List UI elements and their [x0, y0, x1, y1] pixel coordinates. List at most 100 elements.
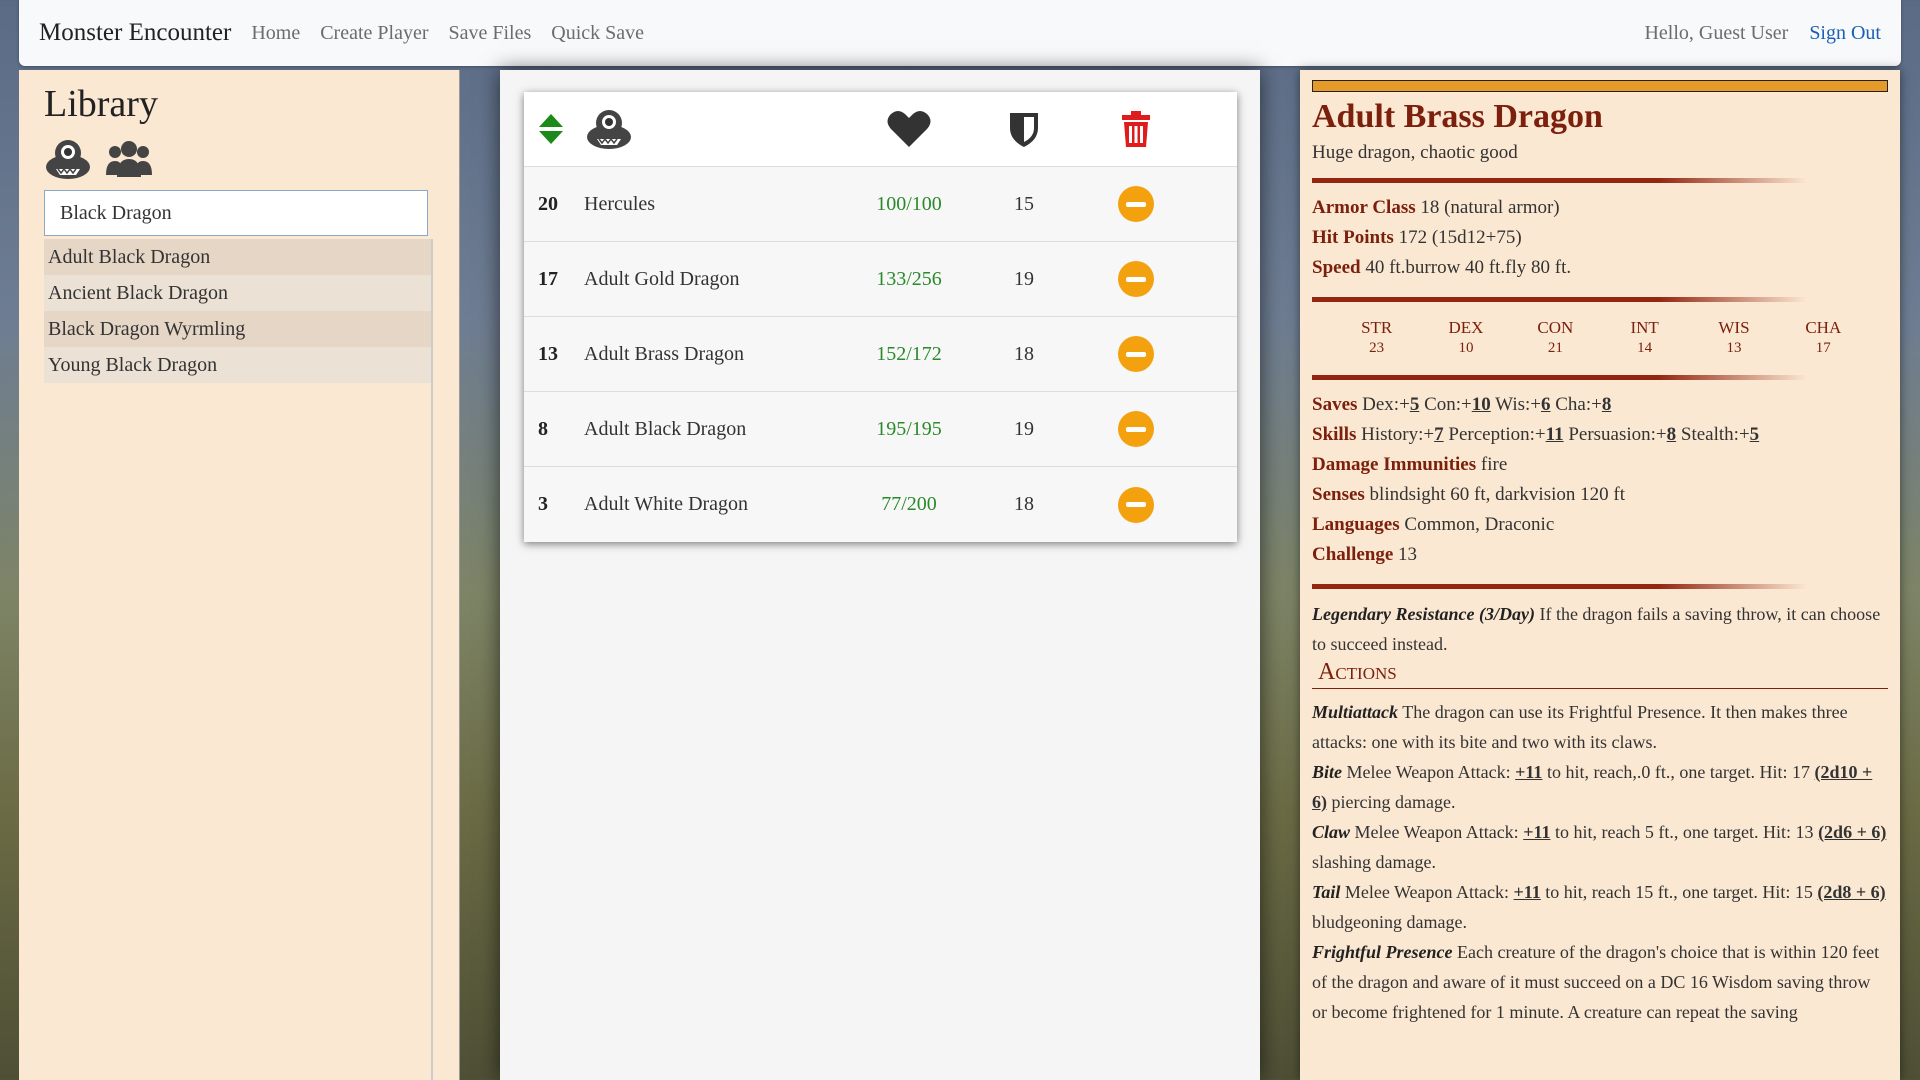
sort-initiative-button[interactable] [524, 112, 584, 146]
result-item[interactable]: Ancient Black Dragon [44, 275, 431, 311]
combatant-name[interactable]: Adult Brass Dragon [584, 343, 854, 366]
attack-roll-link[interactable]: +11 [1514, 882, 1541, 902]
encounter-table: 20 Hercules 100/100 15 17 Adult Gold Dra… [524, 92, 1237, 542]
ability-wis: WIS 13 [1718, 318, 1750, 356]
table-row[interactable]: 20 Hercules 100/100 15 [524, 167, 1237, 242]
armor-class-value: 19 [1014, 417, 1034, 440]
library-search-input[interactable] [44, 190, 428, 236]
monster-name: Adult Brass Dragon [1312, 98, 1603, 135]
hit-points-value[interactable]: 152/172 [854, 343, 964, 366]
ability-dex: DEX 10 [1448, 318, 1484, 356]
stat-block-top-bar [1312, 80, 1888, 92]
sort-icon [539, 114, 563, 144]
brand-link[interactable]: Monster Encounter [39, 19, 231, 47]
trash-icon [1121, 111, 1150, 147]
challenge-line: Challenge 13 [1312, 544, 1418, 565]
nav-save-files[interactable]: Save Files [448, 22, 531, 45]
armor-class-value: 18 [1014, 493, 1034, 515]
armor-class-value: 18 [1014, 342, 1034, 365]
hp-column-header [854, 110, 964, 148]
initiative-value: 17 [538, 267, 558, 290]
search-results-list: Adult Black Dragon Ancient Black Dragon … [44, 239, 433, 1080]
table-row[interactable]: 3 Adult White Dragon 77/200 18 [524, 467, 1237, 542]
table-header [524, 92, 1237, 167]
roll-link[interactable]: 8 [1667, 424, 1677, 445]
roll-link[interactable]: 10 [1472, 394, 1491, 415]
ability-scores: STR 23 DEX 10 CON 21 INT 14 WIS 13 CHA 17 [1312, 312, 1888, 361]
hit-points-line: Hit Points 172 (15d12+75) [1312, 227, 1522, 248]
library-title: Library [44, 83, 158, 125]
damage-immunities-line: Damage Immunities fire [1312, 454, 1508, 475]
remove-button[interactable] [1117, 186, 1154, 222]
roll-link[interactable]: 8 [1602, 394, 1612, 415]
initiative-value: 3 [538, 493, 548, 515]
hit-points-value[interactable]: 195/195 [854, 418, 964, 441]
armor-class-value: 19 [1014, 267, 1034, 290]
table-row[interactable]: 17 Adult Gold Dragon 133/256 19 [524, 242, 1237, 317]
ability-cha: CHA 17 [1805, 318, 1842, 356]
remove-button[interactable] [1117, 486, 1154, 523]
skills-line: Skills History:+7 Perception:+11 Persuas… [1312, 424, 1760, 445]
damage-roll-link[interactable]: (2d6 + 6) [1818, 822, 1886, 842]
armor-class-line: Armor Class 18 (natural armor) [1312, 197, 1560, 218]
speed-line: Speed 40 ft.burrow 40 ft.fly 80 ft. [1312, 257, 1572, 278]
nav-create-player[interactable]: Create Player [320, 22, 428, 45]
minus-icon [1125, 201, 1146, 207]
action-tail: Tail Melee Weapon Attack: +11 to hit, re… [1312, 882, 1886, 932]
table-row[interactable]: 8 Adult Black Dragon 195/195 19 [524, 392, 1237, 467]
stat-block-panel: Adult Brass Dragon Huge dragon, chaotic … [1300, 70, 1900, 1080]
minus-icon [1125, 276, 1146, 282]
combatant-name[interactable]: Adult White Dragon [584, 493, 854, 516]
minus-icon [1125, 502, 1146, 507]
hit-points-value[interactable]: 133/256 [854, 268, 964, 291]
attack-roll-link[interactable]: +11 [1515, 762, 1542, 782]
result-item[interactable]: Young Black Dragon [44, 347, 431, 383]
roll-link[interactable]: 6 [1541, 394, 1551, 415]
result-item[interactable]: Black Dragon Wyrmling [44, 311, 431, 347]
combatant-name[interactable]: Hercules [584, 193, 854, 216]
remove-button[interactable] [1117, 336, 1154, 372]
ability-con: CON 21 [1537, 318, 1574, 356]
monster-icon[interactable] [44, 137, 92, 181]
roll-link[interactable]: 7 [1434, 424, 1444, 445]
ability-str: STR 23 [1361, 318, 1393, 356]
divider [1312, 178, 1888, 183]
user-greeting: Hello, Guest User [1644, 21, 1789, 44]
remove-button[interactable] [1117, 411, 1154, 447]
combatant-name[interactable]: Adult Gold Dragon [584, 268, 854, 291]
table-row[interactable]: 13 Adult Brass Dragon 152/172 18 [524, 317, 1237, 392]
result-item[interactable]: Adult Black Dragon [44, 239, 431, 275]
divider [1312, 297, 1888, 302]
players-group-icon[interactable] [106, 139, 152, 179]
initiative-value: 20 [538, 192, 558, 215]
ac-column-header [964, 110, 1084, 148]
languages-line: Languages Common, Draconic [1312, 514, 1555, 535]
roll-link[interactable]: 5 [1410, 394, 1420, 415]
nav-quick-save[interactable]: Quick Save [551, 22, 644, 45]
name-column-header [584, 107, 854, 151]
senses-line: Senses blindsight 60 ft, darkvision 120 … [1312, 484, 1625, 505]
hit-points-value[interactable]: 100/100 [854, 193, 964, 216]
actions-heading: Actions [1312, 659, 1888, 689]
minus-icon [1125, 426, 1146, 432]
nav-home[interactable]: Home [251, 22, 300, 45]
sign-out-link[interactable]: Sign Out [1809, 22, 1881, 45]
action-bite: Bite Melee Weapon Attack: +11 to hit, re… [1312, 762, 1873, 812]
legendary-resistance: Legendary Resistance (3/Day) If the drag… [1312, 604, 1881, 654]
nav-user-area: Hello, Guest User Sign Out [1644, 22, 1881, 45]
damage-roll-link[interactable]: (2d8 + 6) [1817, 882, 1885, 902]
initiative-value: 13 [538, 342, 558, 365]
roll-link[interactable]: 11 [1546, 424, 1564, 445]
combatant-name[interactable]: Adult Black Dragon [584, 418, 854, 441]
armor-class-value: 15 [1014, 192, 1034, 215]
navbar: Monster Encounter Home Create Player Sav… [19, 0, 1901, 66]
encounter-panel: 20 Hercules 100/100 15 17 Adult Gold Dra… [500, 70, 1260, 1080]
clear-all-button[interactable] [1084, 111, 1187, 147]
monster-type: Huge dragon, chaotic good [1312, 142, 1518, 163]
hit-points-value[interactable]: 77/200 [854, 493, 964, 516]
remove-button[interactable] [1117, 261, 1154, 297]
roll-link[interactable]: 5 [1750, 424, 1760, 445]
attack-roll-link[interactable]: +11 [1523, 822, 1550, 842]
action-frightful-presence: Frightful Presence Each creature of the … [1312, 942, 1880, 1022]
monster-icon [587, 110, 631, 149]
